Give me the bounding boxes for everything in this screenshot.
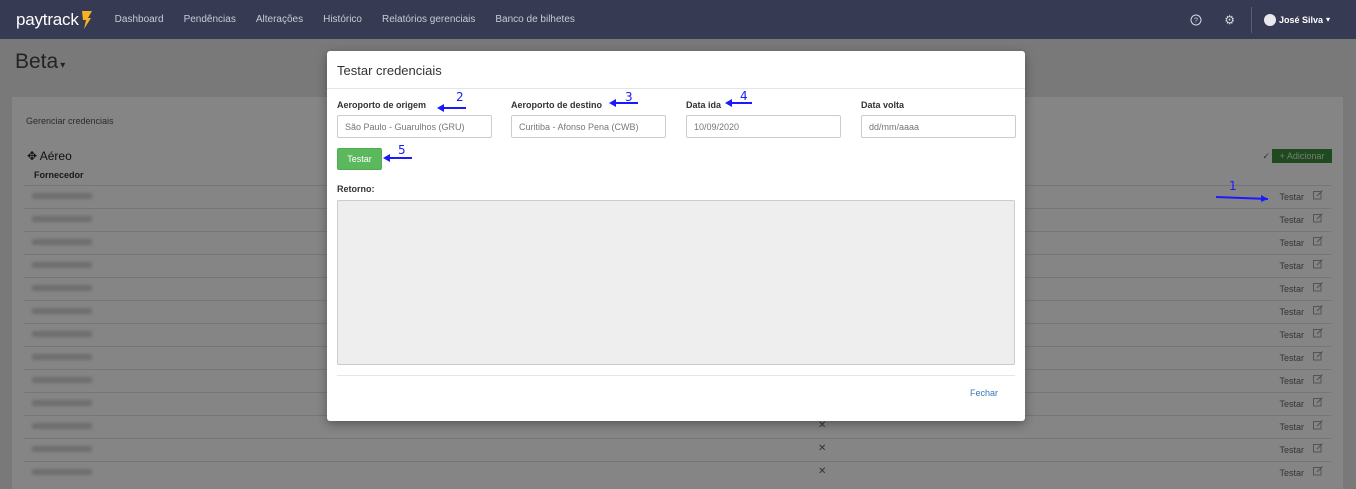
logo-bolt-icon: [81, 10, 92, 29]
modal-title: Testar credenciais: [327, 51, 1025, 89]
nav-alteracoes[interactable]: Alterações: [256, 14, 303, 25]
top-navbar: paytrack Dashboard Pendências Alterações…: [0, 0, 1356, 39]
annotation-arrow-5: [383, 154, 412, 162]
return-date-label: Data volta: [861, 100, 905, 110]
nav-pendencias[interactable]: Pendências: [184, 14, 236, 25]
navbar-right: ? ⚙ José Silva ▾: [1190, 0, 1330, 39]
result-textarea[interactable]: [337, 200, 1015, 365]
help-icon-glyph: ?: [1194, 17, 1198, 24]
nav-historico[interactable]: Histórico: [323, 14, 362, 25]
result-label: Retorno:: [337, 184, 375, 194]
nav-dashboard[interactable]: Dashboard: [115, 14, 164, 25]
close-link[interactable]: Fechar: [970, 388, 998, 398]
annotation-number-2: 2: [456, 90, 464, 104]
destination-input[interactable]: [511, 115, 666, 138]
origin-input[interactable]: [337, 115, 492, 138]
help-icon[interactable]: ?: [1190, 14, 1202, 26]
test-credentials-modal: Testar credenciais Aeroporto de origem A…: [327, 51, 1025, 421]
annotation-arrow-3: [609, 99, 638, 107]
navbar-divider: [1250, 6, 1252, 33]
annotation-arrow-4: [725, 99, 752, 107]
annotation-number-1: 1: [1229, 179, 1237, 193]
user-name: José Silva: [1278, 14, 1323, 25]
return-date-input[interactable]: [861, 115, 1016, 138]
destination-label: Aeroporto de destino: [511, 100, 603, 110]
paytrack-logo[interactable]: paytrack: [16, 10, 93, 30]
test-button[interactable]: Testar: [337, 148, 382, 170]
avatar: [1263, 13, 1276, 26]
logo-text: paytrack: [16, 9, 79, 29]
annotation-arrow-1: [1215, 195, 1269, 202]
departure-date-label: Data ida: [686, 100, 722, 110]
annotation-arrow-2: [437, 104, 466, 112]
nav-relatorios-gerenciais[interactable]: Relatórios gerenciais: [382, 14, 475, 25]
origin-label: Aeroporto de origem: [337, 100, 427, 110]
modal-footer-divider: [337, 375, 1015, 376]
departure-date-input[interactable]: [686, 115, 841, 138]
chevron-down-icon: ▾: [1325, 15, 1330, 24]
user-menu[interactable]: José Silva ▾: [1263, 13, 1330, 26]
settings-icon[interactable]: ⚙: [1224, 13, 1235, 27]
main-nav: Dashboard Pendências Alterações Históric…: [115, 14, 595, 25]
nav-banco-de-bilhetes[interactable]: Banco de bilhetes: [495, 14, 575, 25]
